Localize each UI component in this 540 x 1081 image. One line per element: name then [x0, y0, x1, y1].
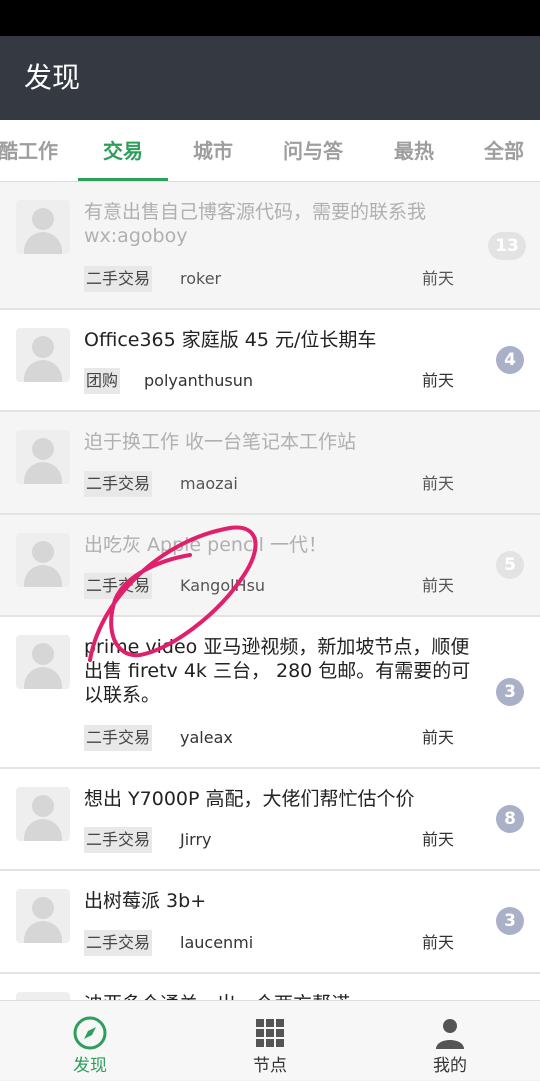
topic-title: Office365 家庭版 45 元/位长期车: [84, 329, 377, 351]
node-tag[interactable]: 二手交易: [84, 725, 153, 751]
list-item[interactable]: 迫于换工作 收一台笔记本工作站 二手交易 maozai 前天: [0, 412, 540, 515]
avatar[interactable]: [16, 635, 70, 689]
node-tag[interactable]: 团购: [84, 368, 121, 394]
topic-meta: 二手交易 roker 前天: [84, 266, 454, 292]
list-item[interactable]: 出吃灰 Apple pencil 一代！ 二手交易 KangolHsu 前天 5: [0, 515, 540, 617]
list-item[interactable]: Office365 家庭版 45 元/位长期车 团购 polyanthusun …: [0, 310, 540, 412]
topic-title: 迪亚多个通关，出一个两方帮诺: [84, 992, 474, 1000]
avatar[interactable]: [16, 533, 70, 587]
author-name[interactable]: yaleax: [180, 725, 233, 751]
nav-discover[interactable]: 发现: [0, 1001, 180, 1081]
topic-list: 有意出售自己博客源代码，需要的联系我 wx:agoboy 二手交易 roker …: [0, 182, 540, 1000]
node-tag[interactable]: 二手交易: [84, 827, 153, 853]
avatar[interactable]: [16, 200, 70, 254]
nav-nodes[interactable]: 节点: [180, 1001, 360, 1081]
tab-jobs[interactable]: 酷工作: [0, 120, 78, 181]
reply-count-badge: 8: [496, 805, 524, 833]
topic-time: 前天: [421, 933, 454, 952]
topic-meta: 二手交易 yaleax 前天: [84, 725, 454, 751]
topic-time: 前天: [421, 371, 454, 390]
topic-title: 迫于换工作 收一台笔记本工作站: [84, 431, 357, 453]
tab-city[interactable]: 城市: [163, 120, 263, 181]
topic-time: 前天: [421, 576, 454, 595]
node-tag[interactable]: 二手交易: [84, 266, 153, 292]
grid-icon: [256, 1019, 284, 1047]
topic-title: 想出 Y7000P 高配，大佬们帮忙估个价: [84, 788, 415, 810]
reply-count-badge: 3: [496, 907, 524, 935]
topic-time: 前天: [421, 474, 454, 493]
nav-label: 节点: [253, 1056, 287, 1076]
avatar[interactable]: [16, 430, 70, 484]
bottom-nav: 发现 节点 我的: [0, 1000, 540, 1080]
node-tag[interactable]: 二手交易: [84, 573, 153, 599]
topic-time: 前天: [421, 830, 454, 849]
topic-meta: 二手交易 KangolHsu 前天: [84, 573, 454, 599]
topic-title: prime video 亚马逊视频，新加坡节点，顺便出售 firetv 4k 三…: [84, 636, 471, 706]
list-item[interactable]: 想出 Y7000P 高配，大佬们帮忙估个价 二手交易 Jirry 前天 8: [0, 769, 540, 871]
avatar[interactable]: [16, 328, 70, 382]
avatar[interactable]: [16, 992, 70, 1000]
topic-time: 前天: [421, 269, 454, 288]
reply-count-badge: 4: [496, 346, 524, 374]
person-icon: [436, 1019, 464, 1049]
topic-time: 前天: [421, 728, 454, 747]
avatar[interactable]: [16, 889, 70, 943]
nav-me[interactable]: 我的: [360, 1001, 540, 1081]
node-tag[interactable]: 二手交易: [84, 930, 153, 956]
author-name[interactable]: laucenmi: [180, 930, 253, 956]
author-name[interactable]: roker: [180, 266, 221, 292]
nav-label: 我的: [433, 1056, 467, 1076]
reply-count-badge: 3: [496, 678, 524, 706]
tab-bar: 酷工作 交易 城市 问与答 最热 全部: [0, 120, 540, 182]
node-tag[interactable]: 二手交易: [84, 471, 153, 497]
compass-icon: [73, 1016, 107, 1050]
list-item[interactable]: 迪亚多个通关，出一个两方帮诺: [0, 974, 540, 1000]
topic-meta: 团购 polyanthusun 前天: [84, 368, 454, 394]
reply-count-badge: 13: [488, 232, 526, 260]
list-item[interactable]: prime video 亚马逊视频，新加坡节点，顺便出售 firetv 4k 三…: [0, 617, 540, 769]
topic-title: 有意出售自己博客源代码，需要的联系我 wx:agoboy: [84, 201, 427, 247]
tab-all[interactable]: 全部: [454, 120, 540, 181]
list-item[interactable]: 出树莓派 3b+ 二手交易 laucenmi 前天 3: [0, 871, 540, 974]
topic-meta: 二手交易 maozai 前天: [84, 471, 454, 497]
status-bar: [0, 0, 540, 36]
app-bar: 发现: [0, 36, 540, 120]
author-name[interactable]: KangolHsu: [180, 573, 265, 599]
author-name[interactable]: polyanthusun: [144, 368, 253, 394]
author-name[interactable]: Jirry: [180, 827, 212, 853]
topic-title: 出树莓派 3b+: [84, 890, 207, 912]
tab-qna[interactable]: 问与答: [263, 120, 363, 181]
tab-hot[interactable]: 最热: [364, 120, 464, 181]
author-name[interactable]: maozai: [180, 471, 238, 497]
avatar[interactable]: [16, 787, 70, 841]
tab-trade[interactable]: 交易: [73, 120, 173, 181]
reply-count-badge: 5: [496, 551, 524, 579]
topic-title: 出吃灰 Apple pencil 一代！: [84, 534, 328, 556]
list-item[interactable]: 有意出售自己博客源代码，需要的联系我 wx:agoboy 二手交易 roker …: [0, 182, 540, 310]
nav-label: 发现: [73, 1056, 107, 1076]
topic-meta: 二手交易 Jirry 前天: [84, 827, 454, 853]
topic-meta: 二手交易 laucenmi 前天: [84, 930, 454, 956]
page-title: 发现: [24, 61, 81, 94]
